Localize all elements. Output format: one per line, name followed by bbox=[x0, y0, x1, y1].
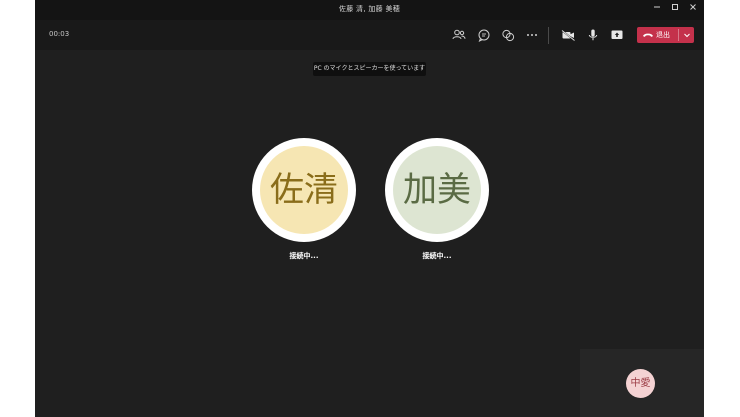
self-view-tile[interactable]: 中愛 bbox=[580, 349, 704, 417]
close-icon bbox=[690, 4, 696, 10]
share-screen-icon bbox=[611, 30, 623, 39]
phone-hangup-icon bbox=[643, 33, 653, 37]
minimize-button[interactable] bbox=[647, 2, 667, 18]
share-screen-button[interactable] bbox=[608, 26, 626, 44]
call-timer: 00:03 bbox=[49, 30, 70, 38]
audio-device-notice: PC のマイクとスピーカーを使っています bbox=[313, 62, 426, 76]
share-reaction-icon bbox=[502, 29, 515, 42]
people-icon bbox=[452, 29, 466, 40]
chat-icon bbox=[478, 29, 490, 42]
chevron-down-icon[interactable] bbox=[680, 28, 694, 42]
close-button[interactable] bbox=[683, 2, 703, 18]
avatar-initials: 佐清 bbox=[260, 146, 348, 234]
leave-call-button[interactable]: 退出 bbox=[637, 27, 694, 43]
camera-button[interactable] bbox=[559, 26, 577, 44]
avatar: 加美 bbox=[385, 138, 489, 242]
leave-call-label: 退出 bbox=[656, 31, 670, 39]
maximize-button[interactable] bbox=[665, 2, 685, 18]
maximize-icon bbox=[672, 4, 678, 10]
more-button[interactable] bbox=[523, 26, 541, 44]
leave-call-divider bbox=[678, 29, 679, 41]
call-toolbar: 00:03 退出 bbox=[35, 20, 704, 50]
title-bar: 佐藤 清, 加藤 美穂 bbox=[35, 0, 704, 20]
reactions-button[interactable] bbox=[499, 26, 517, 44]
window-title: 佐藤 清, 加藤 美穂 bbox=[338, 5, 401, 13]
chat-button[interactable] bbox=[475, 26, 493, 44]
toolbar-separator bbox=[548, 27, 549, 44]
participant-status: 接続中... bbox=[422, 252, 452, 260]
camera-icon bbox=[561, 29, 575, 42]
microphone-icon bbox=[588, 29, 598, 41]
avatar-initials: 加美 bbox=[393, 146, 481, 234]
self-avatar: 中愛 bbox=[626, 369, 655, 398]
microphone-button[interactable] bbox=[584, 26, 602, 44]
people-button[interactable] bbox=[450, 26, 468, 44]
avatar: 佐清 bbox=[252, 138, 356, 242]
participant-status: 接続中... bbox=[289, 252, 319, 260]
minimize-icon bbox=[654, 6, 660, 8]
more-icon bbox=[527, 34, 537, 36]
teams-call-window: 佐藤 清, 加藤 美穂 00:03 退出 PC のマイクとスピーカーを使っていま… bbox=[35, 0, 704, 417]
